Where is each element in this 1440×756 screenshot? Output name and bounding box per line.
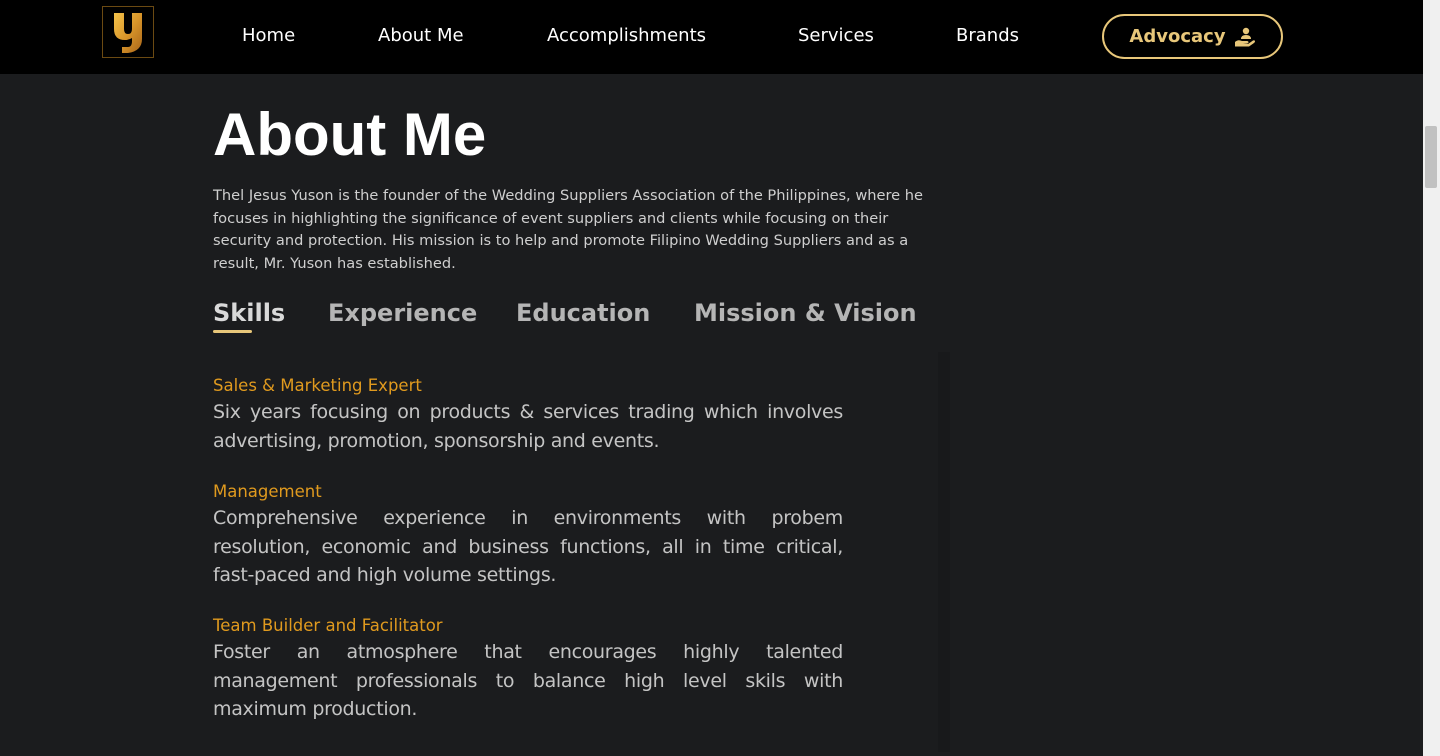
panel-scroll-area: [938, 352, 950, 752]
nav-home[interactable]: Home: [242, 24, 295, 48]
tab-experience[interactable]: Experience: [328, 296, 477, 330]
nav-about-me[interactable]: About Me: [378, 24, 464, 48]
scrollbar-track[interactable]: [1423, 0, 1440, 756]
top-navbar: Home About Me Accomplishments Services B…: [0, 0, 1423, 74]
page-title: About Me: [213, 101, 487, 168]
logo-y-icon: [114, 13, 142, 53]
advocacy-label: Advocacy: [1129, 26, 1226, 47]
intro-paragraph: Thel Jesus Yuson is the founder of the W…: [213, 187, 924, 272]
nav-services[interactable]: Services: [798, 24, 874, 48]
skill-item: Team Builder and Facilitator Foster an a…: [213, 614, 843, 724]
hand-holding-person-icon: [1234, 27, 1255, 46]
advocacy-button[interactable]: Advocacy: [1102, 14, 1283, 59]
skill-title: Team Builder and Facilitator: [213, 616, 443, 635]
brand-logo[interactable]: [102, 6, 154, 58]
tab-education[interactable]: Education: [516, 296, 650, 330]
tab-mission-vision[interactable]: Mission & Vision: [694, 296, 917, 330]
skill-description: Foster an atmosphere that encourages hig…: [213, 641, 843, 720]
nav-brands[interactable]: Brands: [956, 24, 1019, 48]
nav-accomplishments[interactable]: Accomplishments: [547, 24, 706, 48]
skill-description: Six years focusing on products & service…: [213, 401, 843, 452]
skill-item: Management Comprehensive experience in e…: [213, 480, 843, 590]
active-tab-indicator: [213, 330, 252, 333]
scrollbar-thumb[interactable]: [1425, 126, 1437, 188]
tab-skills[interactable]: Skills: [213, 296, 285, 330]
skill-description: Comprehensive experience in environments…: [213, 507, 843, 586]
skill-title: Management: [213, 482, 322, 501]
skill-title: Sales & Marketing Expert: [213, 376, 422, 395]
skill-item: Sales & Marketing Expert Six years focus…: [213, 374, 843, 455]
